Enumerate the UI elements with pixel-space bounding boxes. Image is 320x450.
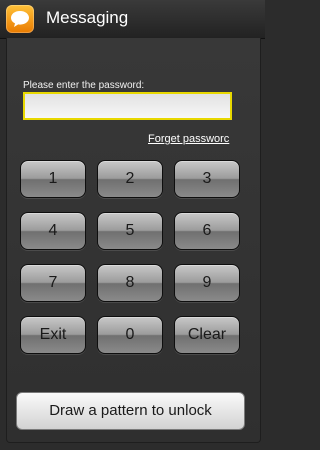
chat-bubble-icon xyxy=(11,11,29,27)
key-4[interactable]: 4 xyxy=(20,212,86,250)
key-6[interactable]: 6 xyxy=(174,212,240,250)
key-2[interactable]: 2 xyxy=(97,160,163,198)
forget-password-link[interactable]: Forget passworc xyxy=(148,133,234,145)
key-8[interactable]: 8 xyxy=(97,264,163,302)
messaging-app-icon xyxy=(6,5,34,33)
key-3[interactable]: 3 xyxy=(174,160,240,198)
key-1[interactable]: 1 xyxy=(20,160,86,198)
clear-button[interactable]: Clear xyxy=(174,316,240,354)
draw-pattern-button[interactable]: Draw a pattern to unlock xyxy=(16,392,245,430)
key-0[interactable]: 0 xyxy=(97,316,163,354)
password-label: Please enter the password: xyxy=(23,80,145,91)
key-9[interactable]: 9 xyxy=(174,264,240,302)
app-title: Messaging xyxy=(46,8,129,27)
exit-button[interactable]: Exit xyxy=(20,316,86,354)
password-input[interactable] xyxy=(23,92,232,120)
title-bar: Messaging xyxy=(0,0,265,39)
key-7[interactable]: 7 xyxy=(20,264,86,302)
key-5[interactable]: 5 xyxy=(97,212,163,250)
